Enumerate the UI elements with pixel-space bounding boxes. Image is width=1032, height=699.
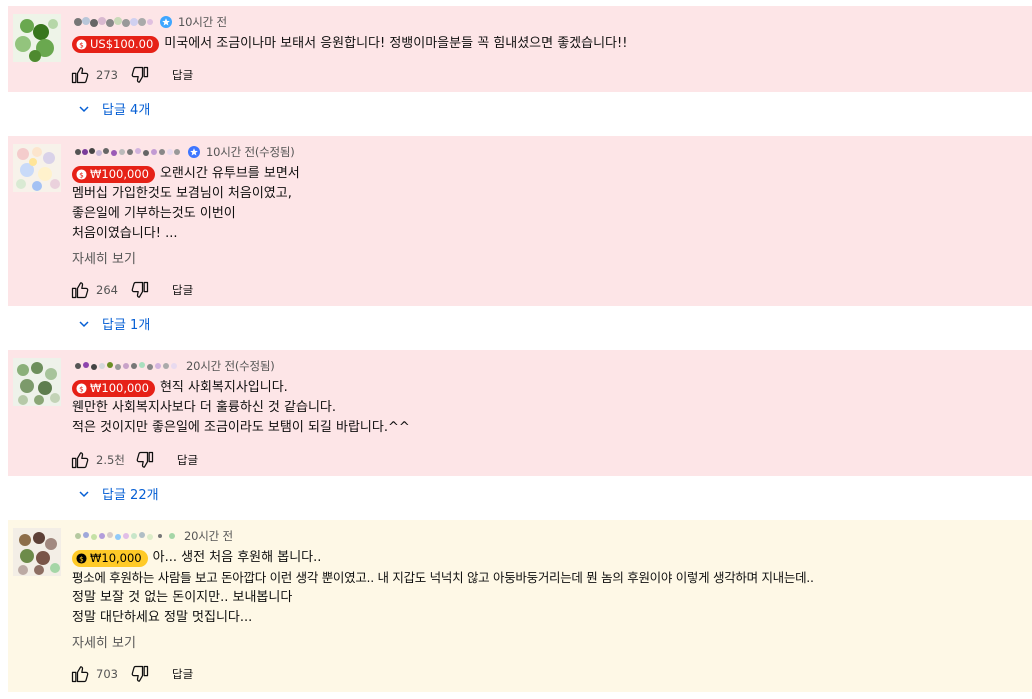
superchat-coin-icon: $ (76, 552, 87, 564)
view-replies-button[interactable]: 답글 22개 (78, 484, 159, 503)
like-count: 2.5천 (96, 453, 125, 467)
superchat-amount: US$100.00 (90, 37, 154, 51)
comment-text-line: 웬만한 사회복지사보다 더 훌륭하신 것 같습니다. (72, 400, 336, 415)
superchat-coin-icon: $ (76, 38, 87, 50)
svg-text:$: $ (79, 170, 84, 179)
comment-text-line: 오랜시간 유투브를 보면서 (159, 166, 300, 181)
comment-header: 10시간 전(수정됨) (72, 144, 295, 160)
like-count: 273 (96, 68, 118, 82)
comment-actions: 703 답글 (70, 664, 193, 684)
replies-label: 답글 1개 (102, 318, 151, 333)
superchat-comment: 10시간 전 $ US$100.00 미국에서 조금이나마 보태서 응원합니다!… (8, 6, 1032, 92)
view-replies-button[interactable]: 답글 1개 (78, 314, 150, 333)
reply-button[interactable]: 답글 (172, 282, 193, 298)
username-blurred[interactable] (72, 145, 182, 159)
username-blurred[interactable] (72, 359, 180, 373)
dislike-icon[interactable] (130, 280, 150, 300)
chevron-down-icon (79, 490, 89, 497)
superchat-amount-chip: $ ₩10,000 (72, 549, 148, 567)
comment-body: $ US$100.00 미국에서 조금이나마 보태서 응원합니다! 정뱅이마을분… (72, 34, 627, 54)
comment-text-line: 평소에 후원하는 사람들 보고 돈아깝다 이런 생각 뿐이였고.. 내 지갑도 … (72, 570, 814, 585)
comment-header: 10시간 전 (72, 14, 227, 30)
like-count: 703 (96, 667, 118, 681)
username-blurred[interactable] (72, 529, 178, 543)
superchat-amount-chip: $ ₩100,000 (72, 379, 155, 397)
view-replies-button[interactable]: 답글 4개 (78, 99, 150, 118)
comment-body: $ ₩100,000 현직 사회복지사입니다. 웬만한 사회복지사보다 더 훌륭… (72, 378, 410, 438)
comment-text-line: 현직 사회복지사입니다. (159, 380, 288, 395)
comment-actions: 264 답글 (70, 280, 193, 300)
replies-label: 답글 4개 (102, 103, 151, 118)
reply-button[interactable]: 답글 (172, 67, 193, 83)
svg-text:$: $ (79, 40, 84, 49)
comment-header: 20시간 전 (72, 528, 233, 544)
verified-badge-icon (188, 146, 200, 158)
superchat-coin-icon: $ (76, 168, 87, 180)
read-more-button[interactable]: 자세히 보기 (72, 248, 136, 267)
like-count: 264 (96, 283, 118, 297)
comment-time[interactable]: 20시간 전(수정됨) (186, 358, 275, 374)
superchat-amount-chip: $ US$100.00 (72, 35, 160, 53)
comment-time[interactable]: 10시간 전(수정됨) (206, 144, 295, 160)
dislike-icon[interactable] (130, 664, 150, 684)
superchat-coin-icon: $ (76, 382, 87, 394)
superchat-amount-chip: $ ₩100,000 (72, 165, 155, 183)
username-blurred[interactable] (72, 15, 154, 29)
avatar[interactable] (13, 528, 61, 576)
like-icon[interactable] (70, 280, 90, 300)
superchat-amount: ₩100,000 (90, 167, 149, 181)
like-icon[interactable] (70, 664, 90, 684)
chevron-down-icon (79, 105, 89, 112)
comment-header: 20시간 전(수정됨) (72, 358, 275, 374)
replies-label: 답글 22개 (102, 488, 159, 503)
comment-actions: 273 답글 (70, 65, 193, 85)
reply-button[interactable]: 답글 (172, 666, 193, 682)
like-icon[interactable] (70, 450, 90, 470)
superchat-comment: 20시간 전 $ ₩10,000 아... 생전 처음 후원해 봅니다.. 평소… (8, 520, 1032, 692)
dislike-icon[interactable] (130, 65, 150, 85)
comment-text-line: 정말 대단하세요 정말 멋집니다... (72, 610, 253, 625)
superchat-comment: 20시간 전(수정됨) $ ₩100,000 현직 사회복지사입니다. 웬만한 … (8, 350, 1032, 476)
comment-text-line: 좋은일에 기부하는것도 이번이 (72, 206, 236, 221)
comment-text-line: 정말 보잘 것 없는 돈이지만.. 보내봅니다 (72, 590, 293, 605)
avatar[interactable] (13, 358, 61, 406)
comment-text-line: 적은 것이지만 좋은일에 조금이라도 보탬이 되길 바랍니다.^^ (72, 420, 410, 435)
svg-text:$: $ (79, 554, 84, 563)
chevron-down-icon (79, 320, 89, 327)
superchat-amount: ₩10,000 (90, 551, 142, 565)
dislike-icon[interactable] (135, 450, 155, 470)
comment-body: $ ₩100,000 오랜시간 유투브를 보면서 멤버십 가입한것도 보겸님이 … (72, 164, 300, 244)
verified-badge-icon (160, 16, 172, 28)
avatar[interactable] (13, 144, 61, 192)
superchat-amount: ₩100,000 (90, 381, 149, 395)
superchat-comment: 10시간 전(수정됨) $ ₩100,000 오랜시간 유투브를 보면서 멤버십… (8, 136, 1032, 306)
comment-actions: 2.5천 답글 (70, 450, 198, 470)
comment-time[interactable]: 20시간 전 (184, 528, 233, 544)
reply-button[interactable]: 답글 (177, 452, 198, 468)
comment-text-line: 처음이였습니다! ... (72, 226, 178, 241)
avatar[interactable] (13, 14, 61, 62)
comment-text-line: 아... 생전 처음 후원해 봅니다.. (152, 550, 322, 565)
like-icon[interactable] (70, 65, 90, 85)
comment-text-line: 멤버십 가입한것도 보겸님이 처음이였고, (72, 186, 292, 201)
comment-time[interactable]: 10시간 전 (178, 14, 227, 30)
read-more-button[interactable]: 자세히 보기 (72, 632, 136, 651)
comment-body: $ ₩10,000 아... 생전 처음 후원해 봅니다.. 평소에 후원하는 … (72, 548, 814, 628)
comment-text-line: 미국에서 조금이나마 보태서 응원합니다! 정뱅이마을분들 꼭 힘내셨으면 좋겠… (164, 36, 628, 51)
svg-text:$: $ (79, 384, 84, 393)
